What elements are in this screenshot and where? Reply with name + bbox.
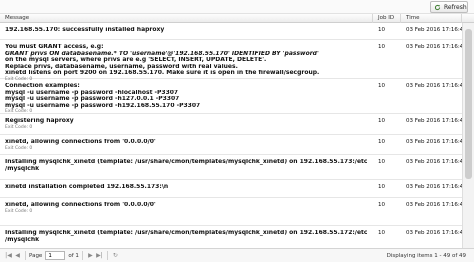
time-cell: 03 Feb 2016 17:16:47 bbox=[406, 184, 462, 190]
grid-body: 192.168.55.170: successfully installed h… bbox=[0, 23, 462, 248]
last-page-icon[interactable]: ▶| bbox=[95, 251, 104, 260]
grid-header: Message Job ID Time bbox=[0, 14, 474, 23]
time-cell: 03 Feb 2016 17:16:47 bbox=[406, 139, 462, 145]
exit-code-text: Exit Code: 0 bbox=[5, 124, 33, 130]
scrollbar-thumb[interactable] bbox=[465, 29, 472, 179]
message-line: Installing mysqlchk_xinetd (template: /u… bbox=[5, 159, 367, 165]
table-row[interactable]: You must GRANT access, e.g: GRANT privs O… bbox=[0, 40, 462, 82]
job-id-cell: 10 bbox=[378, 202, 385, 208]
table-row[interactable]: xinetd, allowing connections from '0.0.0… bbox=[0, 135, 462, 155]
display-count-text: Displaying items 1 - 49 of 49 bbox=[386, 253, 466, 259]
time-cell: 03 Feb 2016 17:16:47 bbox=[406, 202, 462, 208]
message-cell: Installing mysqlchk_xinetd (template: /u… bbox=[5, 159, 367, 172]
table-row[interactable]: xinetd, allowing connections from '0.0.0… bbox=[0, 198, 462, 226]
message-cell: Installing mysqlchk_xinetd (template: /u… bbox=[5, 230, 367, 243]
refresh-label: Refresh bbox=[444, 3, 467, 11]
column-header-time[interactable]: Time bbox=[401, 14, 462, 23]
column-header-message[interactable]: Message bbox=[0, 14, 373, 23]
next-page-icon[interactable]: ▶ bbox=[86, 251, 95, 260]
time-cell: 03 Feb 2016 17:16:48 bbox=[406, 27, 462, 33]
job-id-cell: 10 bbox=[378, 184, 385, 190]
message-cell: xinetd, allowing connections from '0.0.0… bbox=[5, 202, 367, 215]
prev-page-icon[interactable]: ◀ bbox=[13, 251, 22, 260]
message-cell: Registering haproxy Exit Code: 0 bbox=[5, 118, 367, 131]
first-page-icon[interactable]: |◀ bbox=[4, 251, 13, 260]
table-row[interactable]: Connection examples: mysql -u username -p… bbox=[0, 79, 462, 114]
page-count-label: of 1 bbox=[68, 252, 79, 259]
job-id-cell: 10 bbox=[378, 230, 385, 236]
job-id-cell: 10 bbox=[378, 159, 385, 165]
table-row[interactable]: Installing mysqlchk_xinetd (template: /u… bbox=[0, 226, 462, 248]
message-line: xinetd installation completed 192.168.55… bbox=[5, 184, 169, 190]
message-line: Installing mysqlchk_xinetd (template: /u… bbox=[5, 230, 367, 236]
job-id-cell: 10 bbox=[378, 118, 385, 124]
table-row[interactable]: 192.168.55.170: successfully installed h… bbox=[0, 23, 462, 40]
message-line: /mysqlchk bbox=[5, 236, 40, 243]
pager-divider bbox=[25, 251, 26, 260]
message-cell: You must GRANT access, e.g: GRANT privs O… bbox=[5, 44, 367, 83]
table-row[interactable]: Installing mysqlchk_xinetd (template: /u… bbox=[0, 155, 462, 180]
message-cell: 192.168.55.170: successfully installed h… bbox=[5, 27, 367, 34]
time-cell: 03 Feb 2016 17:16:47 bbox=[406, 159, 462, 165]
reload-icon[interactable]: ↻ bbox=[111, 251, 120, 260]
toolbar: Refresh bbox=[0, 0, 474, 14]
exit-code-text: Exit Code: 0 bbox=[5, 145, 33, 151]
job-id-cell: 10 bbox=[378, 44, 385, 50]
pager-divider bbox=[106, 251, 108, 260]
job-id-cell: 10 bbox=[378, 83, 385, 89]
time-cell: 03 Feb 2016 17:16:48 bbox=[406, 44, 462, 50]
time-cell: 03 Feb 2016 17:16:46 bbox=[406, 230, 462, 236]
job-id-cell: 10 bbox=[378, 139, 385, 145]
column-header-spacer bbox=[462, 14, 474, 23]
job-id-cell: 10 bbox=[378, 27, 385, 33]
message-cell: xinetd installation completed 192.168.55… bbox=[5, 184, 367, 191]
table-row[interactable]: Registering haproxy Exit Code: 0 10 03 Feb … bbox=[0, 114, 462, 135]
refresh-icon bbox=[434, 4, 441, 10]
message-cell: Connection examples: mysql -u username -p… bbox=[5, 83, 367, 115]
page-number-input[interactable] bbox=[45, 251, 66, 260]
message-line: /mysqlchk bbox=[5, 165, 40, 172]
message-line: xinetd listens on port 9200 on 192.168.5… bbox=[5, 70, 320, 76]
table-row[interactable]: xinetd installation completed 192.168.55… bbox=[0, 180, 462, 198]
time-cell: 03 Feb 2016 17:16:48 bbox=[406, 83, 462, 89]
time-cell: 03 Feb 2016 17:16:48 bbox=[406, 118, 462, 124]
message-cell: xinetd, allowing connections from '0.0.0… bbox=[5, 139, 367, 152]
exit-code-text: Exit Code: 0 bbox=[5, 208, 33, 214]
refresh-button[interactable]: Refresh bbox=[430, 1, 468, 13]
message-line: 192.168.55.170: successfully installed h… bbox=[5, 27, 165, 33]
vertical-scrollbar[interactable] bbox=[462, 23, 474, 248]
column-header-job-id[interactable]: Job ID bbox=[373, 14, 401, 23]
pager-divider bbox=[81, 251, 83, 260]
page-label: Page bbox=[29, 252, 43, 259]
paging-toolbar: |◀ ◀ Page of 1 ▶ ▶| ↻ Displaying items 1… bbox=[0, 248, 474, 262]
